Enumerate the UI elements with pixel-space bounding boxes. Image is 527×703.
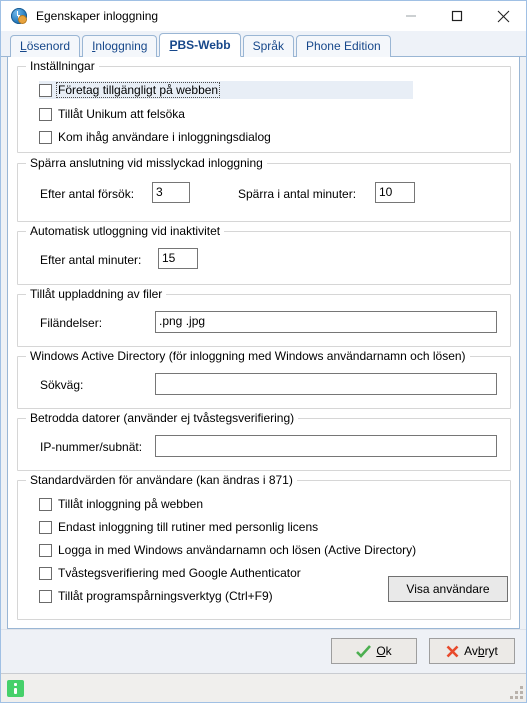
- input-sokvag[interactable]: [155, 373, 497, 395]
- input-efter-antal-forsok[interactable]: 3: [152, 182, 190, 203]
- checkbox-tillat-unikum-att-felsoka[interactable]: Tillåt Unikum att felsöka: [39, 105, 186, 123]
- checkbox-box[interactable]: [39, 566, 52, 580]
- ok-button[interactable]: Ok: [331, 638, 417, 664]
- checkbox-label: Kom ihåg användare i inloggningsdialog: [58, 130, 271, 144]
- maximize-icon[interactable]: [434, 1, 480, 31]
- label-filandelser: Filändelser:: [40, 316, 103, 330]
- checkbox-label: Endast inloggning till rutiner med perso…: [58, 520, 319, 534]
- label-ip-nummer-subnat: IP-nummer/subnät:: [40, 440, 143, 454]
- tab-phone-edition[interactable]: Phone Edition: [295, 35, 391, 57]
- checkbox-box[interactable]: [39, 497, 52, 511]
- cancel-button[interactable]: Avbryt: [429, 638, 515, 664]
- close-icon[interactable]: [480, 1, 526, 31]
- group-automatisk-utloggning-title: Automatisk utloggning vid inaktivitet: [26, 225, 225, 237]
- checkbox-box[interactable]: [39, 589, 52, 603]
- window-controls: [388, 1, 526, 31]
- checkbox-label: Företag tillgängligt på webben: [55, 82, 221, 98]
- tab-losenord-accel: L: [20, 39, 27, 53]
- checkbox-label: Tvåstegsverifiering med Google Authentic…: [58, 566, 301, 580]
- label-sparra-i-antal-minuter: Spärra i antal minuter:: [238, 187, 357, 201]
- cancel-button-accel: b: [477, 644, 485, 658]
- group-standardvarden: Standardvärden för användare (kan ändras…: [17, 474, 511, 620]
- minimize-icon[interactable]: [388, 1, 434, 31]
- dialog-button-bar: Ok Avbryt: [1, 629, 526, 673]
- group-installningar-title: Inställningar: [26, 60, 99, 72]
- label-efter-antal-minuter: Efter antal minuter:: [40, 253, 142, 267]
- group-active-directory-title: Windows Active Directory (för inloggning…: [26, 350, 470, 362]
- tab-phone-edition-label: Phone Edition: [305, 39, 381, 53]
- checkbox-logga-in-med-windows[interactable]: Logga in med Windows användarnamn och lö…: [39, 541, 417, 559]
- window-title: Egenskaper inloggning: [36, 9, 159, 23]
- input-efter-antal-minuter[interactable]: 15: [158, 248, 198, 269]
- tab-strip: Lösenord Inloggning PBS-Webb Språk Phone…: [1, 31, 526, 57]
- group-uppladdning-title: Tillåt uppladdning av filer: [26, 288, 167, 300]
- checkbox-box[interactable]: [39, 107, 52, 121]
- checkbox-box[interactable]: [39, 520, 52, 534]
- checkbox-tillat-inloggning-pa-webben[interactable]: Tillåt inloggning på webben: [39, 495, 204, 513]
- group-betrodda-datorer: Betrodda datorer (använder ej tvåstegsve…: [17, 412, 511, 471]
- input-filandelser[interactable]: .png .jpg: [155, 311, 497, 333]
- tab-inloggning-label: nloggning: [95, 39, 148, 53]
- checkbox-label: Tillåt Unikum att felsöka: [58, 107, 185, 121]
- checkbox-endast-inloggning-personlig-licens[interactable]: Endast inloggning till rutiner med perso…: [39, 518, 319, 536]
- group-sparra-anslutning: Spärra anslutning vid misslyckad inloggn…: [17, 157, 511, 222]
- green-check-icon: [356, 644, 372, 658]
- group-betrodda-datorer-title: Betrodda datorer (använder ej tvåstegsve…: [26, 412, 299, 424]
- group-sparra-anslutning-title: Spärra anslutning vid misslyckad inloggn…: [26, 157, 267, 169]
- tab-losenord[interactable]: Lösenord: [10, 35, 81, 57]
- ok-button-label: Ok: [376, 644, 392, 658]
- checkbox-foretag-tillgangligt-pa-webben[interactable]: Företag tillgängligt på webben: [39, 81, 413, 99]
- tab-inloggning[interactable]: Inloggning: [82, 35, 158, 57]
- status-bar: [1, 673, 526, 702]
- checkbox-tillat-programsparningsverktyg[interactable]: Tillåt programspårningsverktyg (Ctrl+F9): [39, 587, 274, 605]
- checkbox-box[interactable]: [39, 83, 52, 97]
- show-users-button[interactable]: Visa användare: [388, 576, 508, 602]
- red-x-icon: [446, 645, 459, 658]
- checkbox-label: Logga in med Windows användarnamn och lö…: [58, 543, 417, 557]
- checkbox-box[interactable]: [39, 130, 52, 144]
- checkbox-kom-ihag-anvandare[interactable]: Kom ihåg användare i inloggningsdialog: [39, 128, 272, 146]
- label-sokvag: Sökväg:: [40, 378, 84, 392]
- input-ip-nummer-subnat[interactable]: [155, 435, 497, 457]
- tab-losenord-label: ösenord: [26, 39, 71, 53]
- tab-pbs-webb[interactable]: PBS-Webb: [159, 33, 241, 57]
- group-installningar: Inställningar Företag tillgängligt på we…: [17, 60, 511, 153]
- group-standardvarden-title: Standardvärden för användare (kan ändras…: [26, 474, 297, 486]
- resize-grip[interactable]: [510, 686, 523, 699]
- checkbox-tvastegsverifiering-google-authenticator[interactable]: Tvåstegsverifiering med Google Authentic…: [39, 564, 302, 582]
- group-automatisk-utloggning: Automatisk utloggning vid inaktivitet Ef…: [17, 225, 511, 285]
- group-uppladdning: Tillåt uppladdning av filer Filändelser:…: [17, 288, 511, 347]
- input-sparra-i-antal-minuter[interactable]: 10: [375, 182, 415, 203]
- ok-button-accel: O: [376, 644, 386, 658]
- tab-sprak[interactable]: Språk: [242, 35, 294, 57]
- label-efter-antal-forsok: Efter antal försök:: [40, 187, 135, 201]
- cancel-button-label: Avbryt: [464, 644, 498, 658]
- title-bar: Egenskaper inloggning: [1, 1, 526, 31]
- checkbox-label: Tillåt inloggning på webben: [58, 497, 203, 511]
- dialog-window: Egenskaper inloggning Lösenord Inloggnin…: [0, 0, 527, 703]
- tab-pbs-webb-label: BS-Webb: [177, 38, 231, 52]
- checkbox-label: Tillåt programspårningsverktyg (Ctrl+F9): [58, 589, 273, 603]
- group-active-directory: Windows Active Directory (för inloggning…: [17, 350, 511, 409]
- info-icon: [7, 679, 24, 697]
- clock-settings-icon: [11, 8, 27, 24]
- tab-sprak-label: Språk: [252, 39, 284, 53]
- tab-page-pbs-webb: Inställningar Företag tillgängligt på we…: [7, 57, 520, 629]
- checkbox-box[interactable]: [39, 543, 52, 557]
